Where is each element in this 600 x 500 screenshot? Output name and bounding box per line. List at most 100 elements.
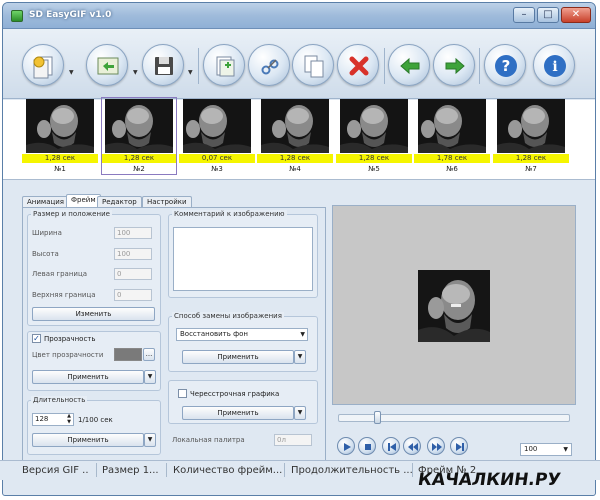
stop-button[interactable] [358, 437, 376, 455]
status-separator [412, 463, 413, 477]
replace-method-select[interactable]: Восстановить фон ▼ [176, 328, 308, 341]
status-gif-version: Версия GIF .. [22, 465, 89, 476]
status-duration: Продолжительность ... [291, 465, 413, 476]
frame-duration: 1,28 сек [493, 154, 569, 163]
info-button[interactable]: i [533, 44, 575, 86]
delete-icon [349, 56, 369, 76]
duration-apply-dropdown[interactable]: ▼ [144, 433, 156, 447]
duration-spinbox[interactable]: 128 ▲ ▼ [32, 413, 74, 426]
status-separator [284, 463, 285, 477]
left-border-label: Левая граница [32, 270, 88, 278]
frame-thumbnail[interactable]: 1,28 сек №5 [336, 99, 412, 175]
frame-thumbnail[interactable]: 1,28 сек №4 [257, 99, 333, 175]
play-button[interactable] [337, 437, 355, 455]
app-icon [11, 10, 23, 22]
local-palette-value[interactable]: 0л [274, 434, 312, 446]
interlaced-apply-dropdown[interactable]: ▼ [294, 406, 306, 420]
open-button[interactable] [86, 44, 128, 86]
change-button[interactable]: Изменить [32, 307, 155, 321]
tab-frame[interactable]: Фрейм [66, 194, 101, 208]
svg-text:?: ? [502, 57, 511, 75]
status-separator [166, 463, 167, 477]
add-frame-icon [216, 56, 235, 77]
new-button[interactable] [22, 44, 64, 86]
comment-title: Комментарий к изображению [172, 210, 287, 218]
frame-thumbnail[interactable]: 1,28 сек №1 [22, 99, 98, 175]
move-right-button[interactable] [433, 44, 475, 86]
transparency-checkbox[interactable]: ✓ [32, 334, 41, 343]
replace-apply-dropdown[interactable]: ▼ [294, 350, 306, 364]
last-frame-icon [456, 443, 464, 451]
top-border-label: Верхняя граница [32, 291, 96, 299]
width-input[interactable]: 100 [114, 227, 152, 239]
left-border-input[interactable]: 0 [114, 268, 152, 280]
copy-icon [304, 55, 324, 78]
spin-arrows-icon[interactable]: ▲ ▼ [67, 413, 71, 425]
toolbar-separator [198, 48, 199, 84]
first-frame-button[interactable] [382, 437, 400, 455]
frame-duration: 1,28 сек [336, 154, 412, 163]
top-border-input[interactable]: 0 [114, 289, 152, 301]
frame-number: №1 [54, 165, 66, 173]
transparency-apply-button[interactable]: Применить [32, 370, 144, 384]
move-left-button[interactable] [388, 44, 430, 86]
help-icon: ? [495, 55, 517, 77]
play-icon [344, 443, 351, 451]
fast-forward-icon [432, 443, 442, 451]
move-right-icon [445, 57, 465, 75]
color-picker-button[interactable]: ... [143, 348, 155, 361]
cut-button[interactable] [248, 44, 290, 86]
frame-image [183, 99, 251, 153]
next-frame-button[interactable] [427, 437, 445, 455]
frame-thumbnail[interactable]: 1,28 сек №7 [493, 99, 569, 175]
maximize-button[interactable]: □ [537, 7, 559, 23]
frame-thumbnail[interactable]: 1,28 сек №2 [101, 97, 177, 175]
copy-button[interactable] [292, 44, 334, 86]
first-frame-icon [388, 443, 396, 451]
close-button[interactable]: ✕ [561, 7, 591, 23]
zoom-select[interactable]: 100 ▼ [520, 443, 572, 456]
height-input[interactable]: 100 [114, 248, 152, 260]
status-frame-count: Количество фрейм... [173, 465, 283, 476]
interlaced-apply-button[interactable]: Применить [182, 406, 294, 420]
frame-image [261, 99, 329, 153]
frame-number: №6 [446, 165, 458, 173]
open-menu-arrow[interactable]: ▼ [133, 69, 139, 76]
chevron-down-icon: ▼ [300, 331, 305, 338]
new-menu-arrow[interactable]: ▼ [69, 69, 75, 76]
status-separator [96, 463, 97, 477]
playback-slider[interactable] [338, 414, 570, 422]
transparency-apply-dropdown[interactable]: ▼ [144, 370, 156, 384]
comment-textarea[interactable] [173, 227, 313, 291]
frame-number: №3 [211, 165, 223, 173]
transparency-color-label: Цвет прозрачности [32, 351, 104, 359]
rewind-icon [408, 443, 418, 451]
frame-number: №7 [525, 165, 537, 173]
frame-image [497, 99, 565, 153]
save-button[interactable] [142, 44, 184, 86]
frame-thumbnail[interactable]: 1,78 сек №6 [414, 99, 490, 175]
interlaced-checkbox[interactable] [178, 389, 187, 398]
replace-apply-button[interactable]: Применить [182, 350, 294, 364]
transparency-color-swatch[interactable] [114, 348, 142, 361]
playback-slider-thumb[interactable] [374, 411, 381, 424]
add-frame-button[interactable] [203, 44, 245, 86]
info-icon: i [544, 55, 566, 77]
frame-image [418, 99, 486, 153]
help-button[interactable]: ? [484, 44, 526, 86]
title-bar[interactable]: SD EasyGIF v1.0 – □ ✕ [3, 3, 595, 29]
last-frame-button[interactable] [450, 437, 468, 455]
replace-method-value: Восстановить фон [180, 330, 248, 338]
duration-apply-button[interactable]: Применить [32, 433, 144, 447]
previous-frame-button[interactable] [403, 437, 421, 455]
cut-icon [261, 59, 279, 75]
open-icon [97, 57, 119, 75]
preview-image [418, 270, 490, 342]
delete-button[interactable] [337, 44, 379, 86]
size-position-title: Размер и положение [31, 210, 112, 218]
minimize-button[interactable]: – [513, 7, 535, 23]
replace-method-title: Способ замены изображения [172, 312, 284, 320]
frame-thumbnail[interactable]: 0,07 сек №3 [179, 99, 255, 175]
save-menu-arrow[interactable]: ▼ [188, 69, 194, 76]
local-palette-label: Локальная палитра [172, 436, 245, 444]
